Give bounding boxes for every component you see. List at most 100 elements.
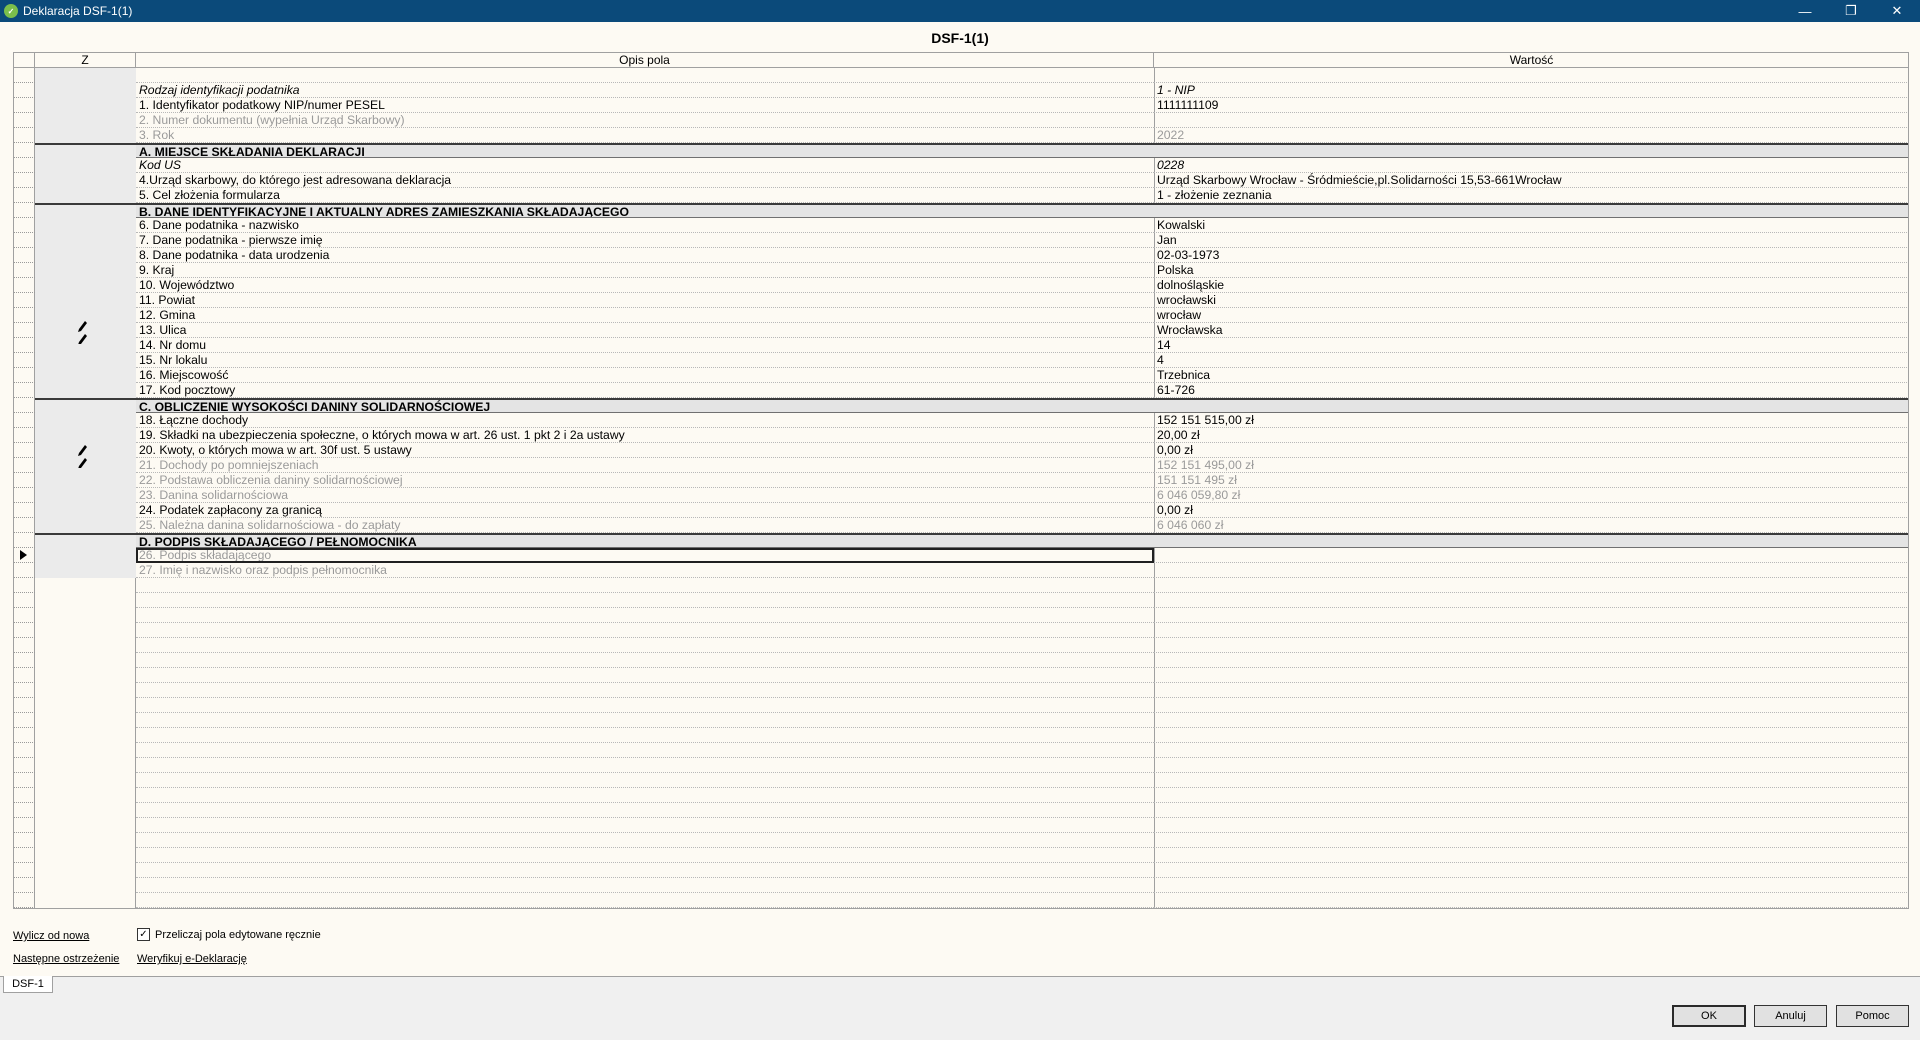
- row-value[interactable]: [1154, 833, 1908, 848]
- row-value[interactable]: [1154, 68, 1908, 83]
- row-value[interactable]: 152 151 515,00 zł: [1154, 413, 1908, 428]
- table-row[interactable]: [14, 668, 1908, 683]
- row-selector[interactable]: [14, 278, 35, 293]
- row-value[interactable]: wrocław: [1154, 308, 1908, 323]
- row-selector[interactable]: [14, 893, 35, 908]
- row-selector[interactable]: [14, 563, 35, 578]
- row-value[interactable]: [1154, 743, 1908, 758]
- row-value[interactable]: 14: [1154, 338, 1908, 353]
- row-selector[interactable]: [14, 518, 35, 533]
- table-row[interactable]: 5. Cel złożenia formularza 1 - złożenie z…: [14, 188, 1908, 203]
- row-selector[interactable]: [14, 653, 35, 668]
- row-value[interactable]: Kowalski: [1154, 218, 1908, 233]
- table-row[interactable]: [14, 728, 1908, 743]
- row-value[interactable]: 6 046 059,80 zł: [1154, 488, 1908, 503]
- row-selector[interactable]: [14, 863, 35, 878]
- table-row[interactable]: 12. Gmina wrocław: [14, 308, 1908, 323]
- row-selector[interactable]: [14, 83, 35, 98]
- table-row[interactable]: [14, 578, 1908, 593]
- row-selector[interactable]: [14, 743, 35, 758]
- row-value[interactable]: [1154, 578, 1908, 593]
- table-row[interactable]: [14, 638, 1908, 653]
- verify-edeclaration-link[interactable]: Weryfikuj e-Deklarację: [137, 953, 247, 965]
- row-selector[interactable]: [14, 578, 35, 593]
- row-selector[interactable]: [14, 818, 35, 833]
- row-value[interactable]: [1154, 398, 1908, 413]
- row-value[interactable]: [1154, 548, 1908, 563]
- column-header-z[interactable]: Z: [35, 53, 136, 68]
- table-row[interactable]: [14, 893, 1908, 908]
- table-row[interactable]: 24. Podatek zapłacony za granicą 0,00 zł: [14, 503, 1908, 518]
- table-row[interactable]: 3. Rok 2022: [14, 128, 1908, 143]
- table-row[interactable]: 10. Województwo dolnośląskie: [14, 278, 1908, 293]
- table-row[interactable]: [14, 608, 1908, 623]
- table-row[interactable]: [14, 653, 1908, 668]
- table-row[interactable]: [14, 713, 1908, 728]
- row-selector[interactable]: [14, 533, 35, 548]
- table-row[interactable]: [14, 878, 1908, 893]
- table-row[interactable]: 4.Urząd skarbowy, do którego jest adreso…: [14, 173, 1908, 188]
- table-row[interactable]: 26. Podpis składającego: [14, 548, 1908, 563]
- next-warning-link[interactable]: Następne ostrzeżenie: [13, 953, 119, 965]
- row-value[interactable]: [1154, 638, 1908, 653]
- row-selector[interactable]: [14, 488, 35, 503]
- table-row[interactable]: C. OBLICZENIE WYSOKOŚCI DANINY SOLIDARNO…: [14, 398, 1908, 413]
- table-row[interactable]: 21. Dochody po pomniejszeniach 152 151 49…: [14, 458, 1908, 473]
- row-selector[interactable]: [14, 758, 35, 773]
- table-row[interactable]: [14, 68, 1908, 83]
- row-value[interactable]: 152 151 495,00 zł: [1154, 458, 1908, 473]
- row-value[interactable]: [1154, 533, 1908, 548]
- table-row[interactable]: 25. Należna danina solidarnościowa - do …: [14, 518, 1908, 533]
- table-row[interactable]: [14, 683, 1908, 698]
- row-selector[interactable]: [14, 143, 35, 158]
- row-value[interactable]: 2022: [1154, 128, 1908, 143]
- row-value[interactable]: dolnośląskie: [1154, 278, 1908, 293]
- table-row[interactable]: [14, 863, 1908, 878]
- row-selector[interactable]: [14, 443, 35, 458]
- row-value[interactable]: Jan: [1154, 233, 1908, 248]
- row-selector[interactable]: [14, 833, 35, 848]
- row-selector[interactable]: [14, 308, 35, 323]
- table-row[interactable]: 8. Dane podatnika - data urodzenia 02-03-…: [14, 248, 1908, 263]
- table-row[interactable]: 16. Miejscowość Trzebnica: [14, 368, 1908, 383]
- row-selector[interactable]: [14, 383, 35, 398]
- row-value[interactable]: 0228: [1154, 158, 1908, 173]
- row-selector[interactable]: [14, 548, 35, 563]
- recalc-manual-checkbox[interactable]: ✓: [137, 928, 150, 941]
- row-value[interactable]: [1154, 893, 1908, 908]
- row-selector[interactable]: [14, 233, 35, 248]
- column-header-description[interactable]: Opis pola: [136, 53, 1154, 68]
- row-value[interactable]: [1154, 818, 1908, 833]
- row-selector[interactable]: [14, 848, 35, 863]
- table-row[interactable]: [14, 698, 1908, 713]
- table-row[interactable]: 27. Imię i nazwisko oraz podpis pełnomoc…: [14, 563, 1908, 578]
- row-value[interactable]: [1154, 788, 1908, 803]
- row-value[interactable]: Urząd Skarbowy Wrocław - Śródmieście,pl.…: [1154, 173, 1908, 188]
- row-value[interactable]: [1154, 713, 1908, 728]
- recalc-manual-option[interactable]: ✓ Przeliczaj pola edytowane ręcznie: [137, 928, 321, 941]
- table-row[interactable]: 20. Kwoty, o których mowa w art. 30f ust…: [14, 443, 1908, 458]
- row-value[interactable]: Wrocławska: [1154, 323, 1908, 338]
- row-value[interactable]: 0,00 zł: [1154, 443, 1908, 458]
- row-value[interactable]: [1154, 803, 1908, 818]
- table-row[interactable]: 6. Dane podatnika - nazwisko Kowalski: [14, 218, 1908, 233]
- row-selector[interactable]: [14, 593, 35, 608]
- row-value[interactable]: [1154, 728, 1908, 743]
- row-selector[interactable]: [14, 773, 35, 788]
- table-row[interactable]: 18. Łączne dochody 152 151 515,00 zł: [14, 413, 1908, 428]
- close-icon[interactable]: ✕: [1874, 0, 1920, 22]
- table-row[interactable]: Rodzaj identyfikacji podatnika 1 - NIP: [14, 83, 1908, 98]
- row-selector[interactable]: [14, 713, 35, 728]
- table-row[interactable]: [14, 593, 1908, 608]
- row-selector[interactable]: [14, 368, 35, 383]
- table-row[interactable]: B. DANE IDENTYFIKACYJNE I AKTUALNY ADRES…: [14, 203, 1908, 218]
- row-selector[interactable]: [14, 728, 35, 743]
- row-value[interactable]: [1154, 608, 1908, 623]
- row-value[interactable]: 02-03-1973: [1154, 248, 1908, 263]
- table-row[interactable]: 15. Nr lokalu 4: [14, 353, 1908, 368]
- row-selector[interactable]: [14, 113, 35, 128]
- row-value[interactable]: [1154, 653, 1908, 668]
- table-row[interactable]: Kod US 0228: [14, 158, 1908, 173]
- table-row[interactable]: 19. Składki na ubezpieczenia społeczne, …: [14, 428, 1908, 443]
- row-selector[interactable]: [14, 623, 35, 638]
